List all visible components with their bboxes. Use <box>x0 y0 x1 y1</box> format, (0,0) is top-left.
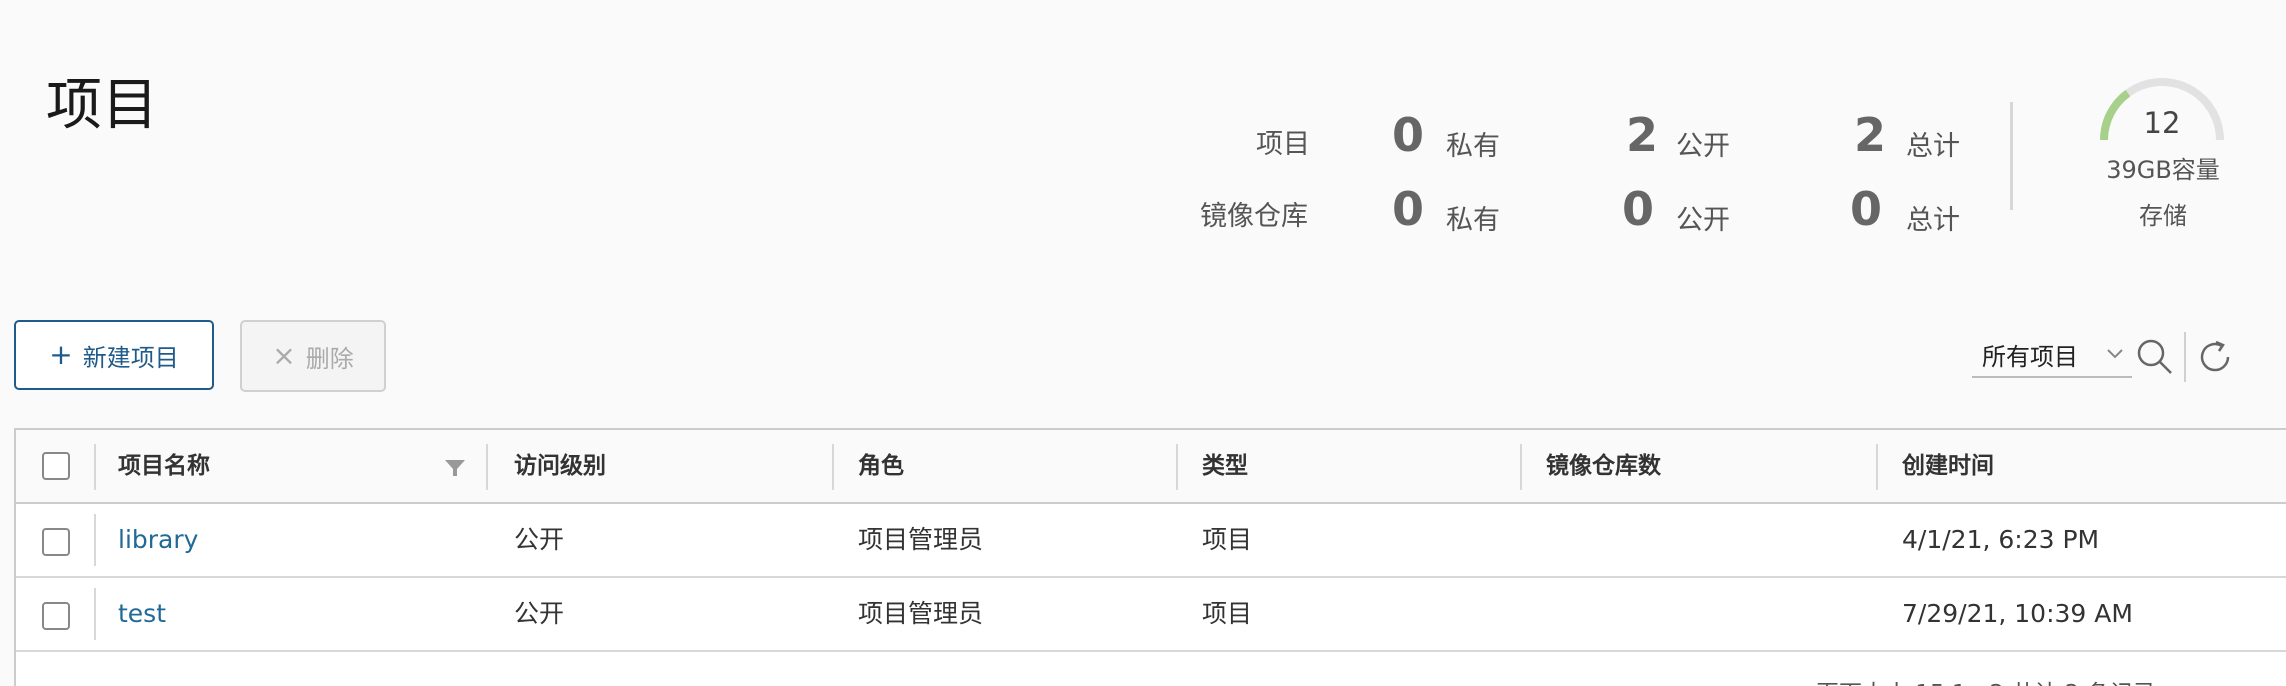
select-all-checkbox[interactable] <box>42 452 70 480</box>
repositories-total-label: 总计 <box>1906 205 1960 236</box>
row-checkbox[interactable] <box>42 602 70 630</box>
filter-icon[interactable] <box>444 458 466 478</box>
chevron-down-icon <box>2107 349 2123 359</box>
close-icon: × <box>272 339 296 372</box>
refresh-icon[interactable] <box>2196 338 2234 376</box>
column-header-name[interactable]: 项目名称 <box>118 430 210 502</box>
column-separator <box>486 444 488 490</box>
row-separator <box>94 588 96 640</box>
column-separator <box>1176 444 1178 490</box>
summary-divider <box>2010 102 2013 210</box>
column-separator <box>94 444 96 490</box>
summary-projects-label: 项目 <box>1256 129 1310 160</box>
delete-label: 删除 <box>305 344 354 373</box>
project-name-link[interactable]: test <box>118 578 166 650</box>
projects-total-label: 总计 <box>1906 131 1960 162</box>
row-checkbox[interactable] <box>42 528 70 556</box>
summary-repositories-label: 镜像仓库 <box>1200 201 1308 232</box>
projects-page: 项目 项目 0 私有 2 公开 2 总计 镜像仓库 0 私有 0 公开 0 总计… <box>0 0 2286 686</box>
created-time-cell: 7/29/21, 10:39 AM <box>1902 599 2133 628</box>
table-row[interactable]: library 公开 项目管理员 项目 4/1/21, 6:23 PM <box>16 504 2286 578</box>
column-header-role[interactable]: 角色 <box>858 430 904 502</box>
column-header-type[interactable]: 类型 <box>1202 430 1248 502</box>
project-name-link[interactable]: library <box>118 504 198 576</box>
new-project-label: 新建项目 <box>82 343 179 372</box>
projects-private-label: 私有 <box>1446 131 1500 162</box>
repositories-total-count: 0 <box>1850 182 1883 236</box>
toolbar-divider <box>2184 332 2186 382</box>
search-icon[interactable] <box>2134 336 2174 376</box>
pagination-summary: 页面大小 15 1 - 2 共计 2 条记录 <box>1816 674 2156 686</box>
type-cell: 项目 <box>1202 525 1253 554</box>
storage-value: 12 <box>2143 106 2181 140</box>
column-separator <box>1876 444 1878 490</box>
projects-private-count: 0 <box>1392 108 1425 162</box>
repositories-private-label: 私有 <box>1446 205 1500 236</box>
repositories-public-count: 0 <box>1622 182 1655 236</box>
projects-table: 项目名称 访问级别 角色 类型 镜像仓库数 创建时间 library 公开 项目… <box>14 428 2286 686</box>
column-separator <box>1520 444 1522 490</box>
column-header-repo-count[interactable]: 镜像仓库数 <box>1546 430 1661 502</box>
type-cell: 项目 <box>1202 599 1253 628</box>
page-title: 项目 <box>46 73 158 138</box>
storage-capacity: 39GB容量 <box>2106 156 2220 184</box>
table-header: 项目名称 访问级别 角色 类型 镜像仓库数 创建时间 <box>16 430 2286 504</box>
table-row[interactable]: test 公开 项目管理员 项目 7/29/21, 10:39 AM <box>16 578 2286 652</box>
row-separator <box>94 514 96 566</box>
role-cell: 项目管理员 <box>858 599 984 628</box>
new-project-button[interactable]: + 新建项目 <box>14 320 214 390</box>
repositories-private-count: 0 <box>1392 182 1425 236</box>
role-cell: 项目管理员 <box>858 525 984 554</box>
created-time-cell: 4/1/21, 6:23 PM <box>1902 525 2100 554</box>
storage-label: 存储 <box>2139 202 2187 230</box>
column-separator <box>832 444 834 490</box>
delete-button[interactable]: × 删除 <box>240 320 386 392</box>
access-level-cell: 公开 <box>514 525 565 554</box>
repositories-public-label: 公开 <box>1676 205 1730 236</box>
column-header-created[interactable]: 创建时间 <box>1902 430 1994 502</box>
projects-total-count: 2 <box>1854 108 1887 162</box>
column-header-access[interactable]: 访问级别 <box>514 430 606 502</box>
project-filter-select[interactable]: 所有项目 <box>1972 336 2132 378</box>
access-level-cell: 公开 <box>514 599 565 628</box>
projects-public-label: 公开 <box>1676 131 1730 162</box>
filter-selected-value: 所有项目 <box>1982 342 2078 371</box>
projects-public-count: 2 <box>1626 108 1659 162</box>
plus-icon: + <box>49 338 73 371</box>
